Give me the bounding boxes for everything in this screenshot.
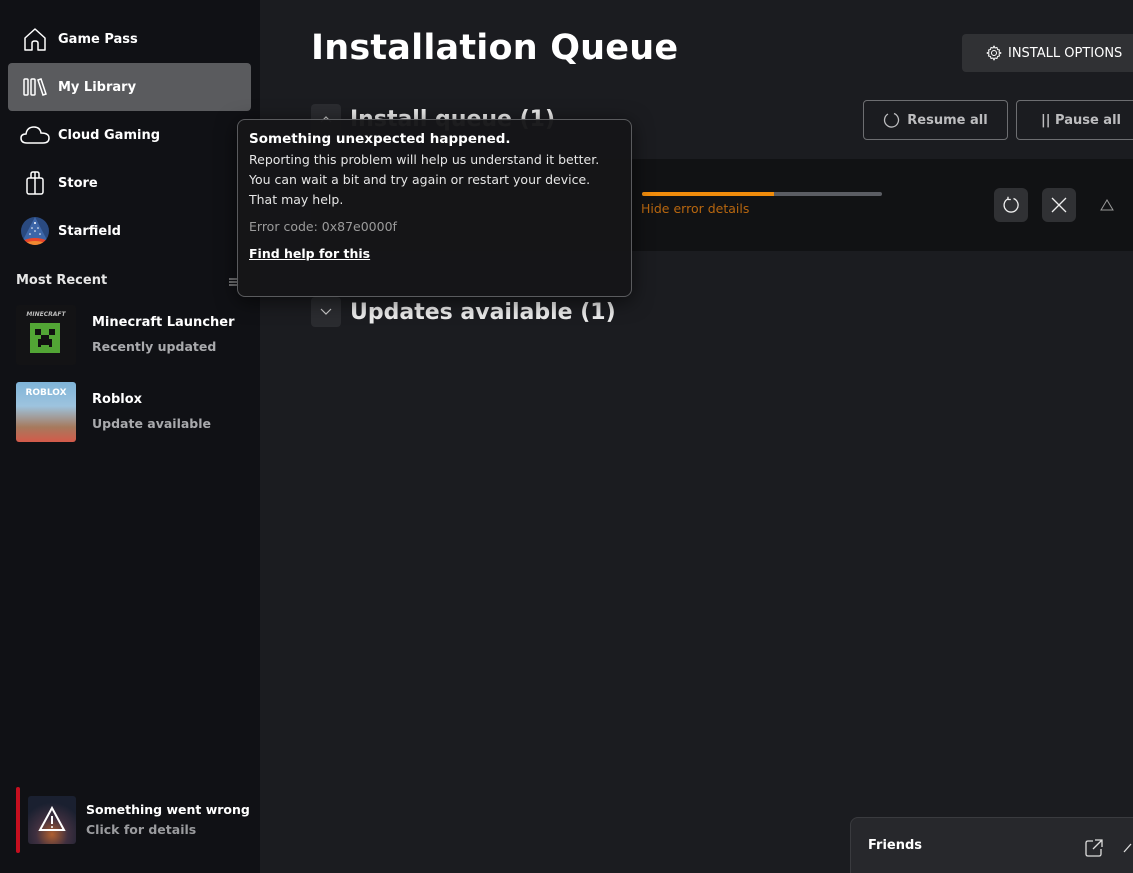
pause-all-button[interactable]: || Pause all xyxy=(1016,100,1133,140)
cancel-install-button[interactable] xyxy=(1042,188,1076,222)
error-title: Something went wrong xyxy=(86,802,250,817)
most-recent-heading: Most Recent xyxy=(16,273,108,288)
collapse-item-icon[interactable] xyxy=(1100,199,1114,211)
error-tooltip: Something unexpected happened. Reporting… xyxy=(237,119,632,297)
store-bag-icon xyxy=(18,168,52,198)
nav-label: Store xyxy=(58,175,98,191)
nav-label: My Library xyxy=(58,79,137,95)
friends-panel[interactable]: Friends xyxy=(850,817,1133,873)
install-options-label: INSTALL OPTIONS xyxy=(1008,45,1123,61)
nav-label: Starfield xyxy=(58,223,121,239)
recent-title: Minecraft Launcher xyxy=(92,315,235,330)
friends-label: Friends xyxy=(868,838,923,853)
error-code: Error code: 0x87e0000f xyxy=(249,219,397,234)
error-notification[interactable]: Something went wrong Click for details xyxy=(16,787,256,853)
error-subtitle: Click for details xyxy=(86,822,197,837)
roblox-thumbnail: ROBLOX xyxy=(16,382,76,442)
xbox-app: Game Pass My Library Cloud Gaming Store xyxy=(0,0,1133,873)
updates-header: Updates available (1) xyxy=(311,297,616,327)
page-title: Installation Queue xyxy=(311,28,679,68)
updates-title: Updates available (1) xyxy=(350,299,616,325)
nav-label: Cloud Gaming xyxy=(58,127,161,143)
install-options-button[interactable]: INSTALL OPTIONS xyxy=(962,34,1133,72)
expand-updates-button[interactable] xyxy=(311,297,341,327)
error-thumbnail xyxy=(28,796,76,844)
sidebar: Game Pass My Library Cloud Gaming Store xyxy=(0,0,260,873)
progress-fill xyxy=(642,192,774,196)
nav-cloud-gaming[interactable]: Cloud Gaming xyxy=(8,111,251,159)
home-icon xyxy=(18,24,52,54)
nav-game-pass[interactable]: Game Pass xyxy=(8,15,251,63)
tooltip-title: Something unexpected happened. xyxy=(249,131,511,147)
nav-label: Game Pass xyxy=(58,31,138,47)
retry-button[interactable] xyxy=(994,188,1028,222)
minecraft-thumbnail: MINECRAFT xyxy=(16,305,76,365)
recent-item-roblox[interactable]: ROBLOX Roblox Update available xyxy=(16,382,246,442)
nav-store[interactable]: Store xyxy=(8,159,251,207)
tooltip-body: Reporting this problem will help us unde… xyxy=(249,152,600,207)
retry-icon xyxy=(1003,196,1019,213)
install-progress-bar xyxy=(642,192,882,196)
hide-error-details-link[interactable]: Hide error details xyxy=(641,201,749,216)
recent-title: Roblox xyxy=(92,392,143,407)
recent-item-minecraft[interactable]: MINECRAFT Minecraft Launcher Recently up… xyxy=(16,305,246,365)
resume-all-button[interactable]: Resume all xyxy=(863,100,1008,140)
recent-subtitle: Update available xyxy=(92,416,212,431)
warning-icon xyxy=(38,805,66,831)
refresh-icon xyxy=(884,112,900,128)
find-help-link[interactable]: Find help for this xyxy=(249,246,370,261)
starfield-game-icon xyxy=(18,216,52,246)
library-icon xyxy=(18,72,52,102)
gear-icon xyxy=(986,45,1002,61)
chevron-down-icon xyxy=(320,308,332,315)
error-accent-bar xyxy=(16,787,20,853)
creeper-face-icon xyxy=(30,323,60,353)
recent-subtitle: Recently updated xyxy=(92,339,217,354)
nav-my-library[interactable]: My Library xyxy=(8,63,251,111)
close-icon xyxy=(1051,197,1067,213)
popout-icon[interactable] xyxy=(1084,838,1104,858)
cloud-icon xyxy=(18,120,52,150)
expand-icon[interactable] xyxy=(1123,840,1133,856)
nav-starfield[interactable]: Starfield xyxy=(8,207,251,255)
